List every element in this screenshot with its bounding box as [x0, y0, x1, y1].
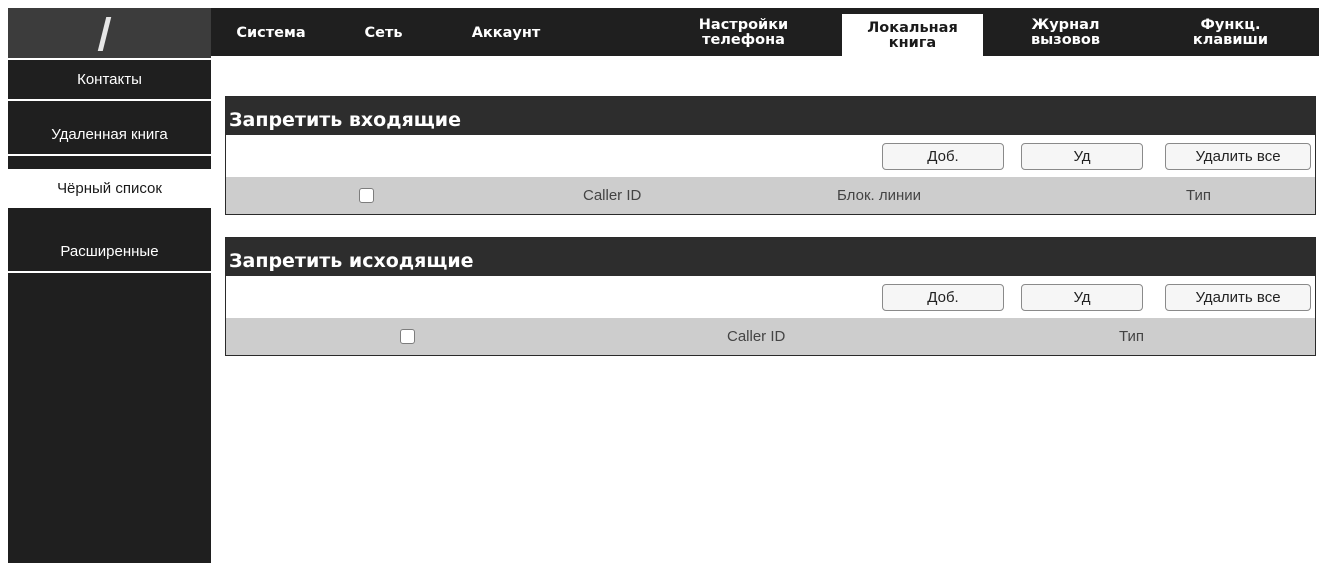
select-all-checkbox[interactable]	[400, 329, 415, 344]
sidebar-item-remote-book[interactable]: Удаленная книга	[8, 115, 211, 156]
add-button[interactable]: Доб.	[882, 284, 1004, 311]
delete-all-button[interactable]: Удалить все	[1165, 143, 1311, 170]
delete-button[interactable]: Уд	[1021, 143, 1143, 170]
tab-account[interactable]: Аккаунт	[436, 8, 576, 58]
block-incoming-panel: Запретить входящие Доб. Уд Удалить все C…	[225, 96, 1316, 215]
tab-local-book[interactable]: Локальная книга	[842, 14, 983, 58]
block-outgoing-title: Запретить исходящие	[226, 238, 1315, 276]
add-button[interactable]: Доб.	[882, 143, 1004, 170]
sidebar-item-advanced[interactable]: Расширенные	[8, 232, 211, 273]
select-all-checkbox[interactable]	[359, 188, 374, 203]
top-nav-bar: Система Сеть Аккаунт Настройки телефона …	[8, 8, 1319, 58]
delete-all-button[interactable]: Удалить все	[1165, 284, 1311, 311]
column-caller-id: Caller ID	[727, 328, 786, 345]
sidebar-item-contacts[interactable]: Контакты	[8, 60, 211, 101]
table-header: Caller ID Блок. линии Тип	[226, 177, 1315, 214]
column-caller-id: Caller ID	[583, 187, 642, 204]
sidebar-item-blacklist[interactable]: Чёрный список	[8, 169, 211, 210]
tab-system[interactable]: Система	[211, 8, 331, 58]
tab-network[interactable]: Сеть	[331, 8, 436, 58]
column-type: Тип	[1186, 187, 1212, 204]
logo-slash-icon	[97, 17, 112, 51]
block-incoming-toolbar: Доб. Уд Удалить все	[226, 135, 1315, 177]
column-type: Тип	[1119, 328, 1145, 345]
block-outgoing-panel: Запретить исходящие Доб. Уд Удалить все …	[225, 237, 1316, 356]
sidebar: Контакты Удаленная книга Чёрный список Р…	[8, 60, 211, 563]
tab-function-keys[interactable]: Функц. клавиши	[1153, 8, 1308, 58]
tab-phone-settings[interactable]: Настройки телефона	[676, 8, 811, 58]
column-block-lines: Блок. линии	[837, 187, 922, 204]
block-outgoing-toolbar: Доб. Уд Удалить все	[226, 276, 1315, 318]
tab-call-log[interactable]: Журнал вызовов	[998, 8, 1133, 58]
table-header: Caller ID Тип	[226, 318, 1315, 355]
block-incoming-title: Запретить входящие	[226, 97, 1315, 135]
logo	[8, 8, 211, 58]
delete-button[interactable]: Уд	[1021, 284, 1143, 311]
